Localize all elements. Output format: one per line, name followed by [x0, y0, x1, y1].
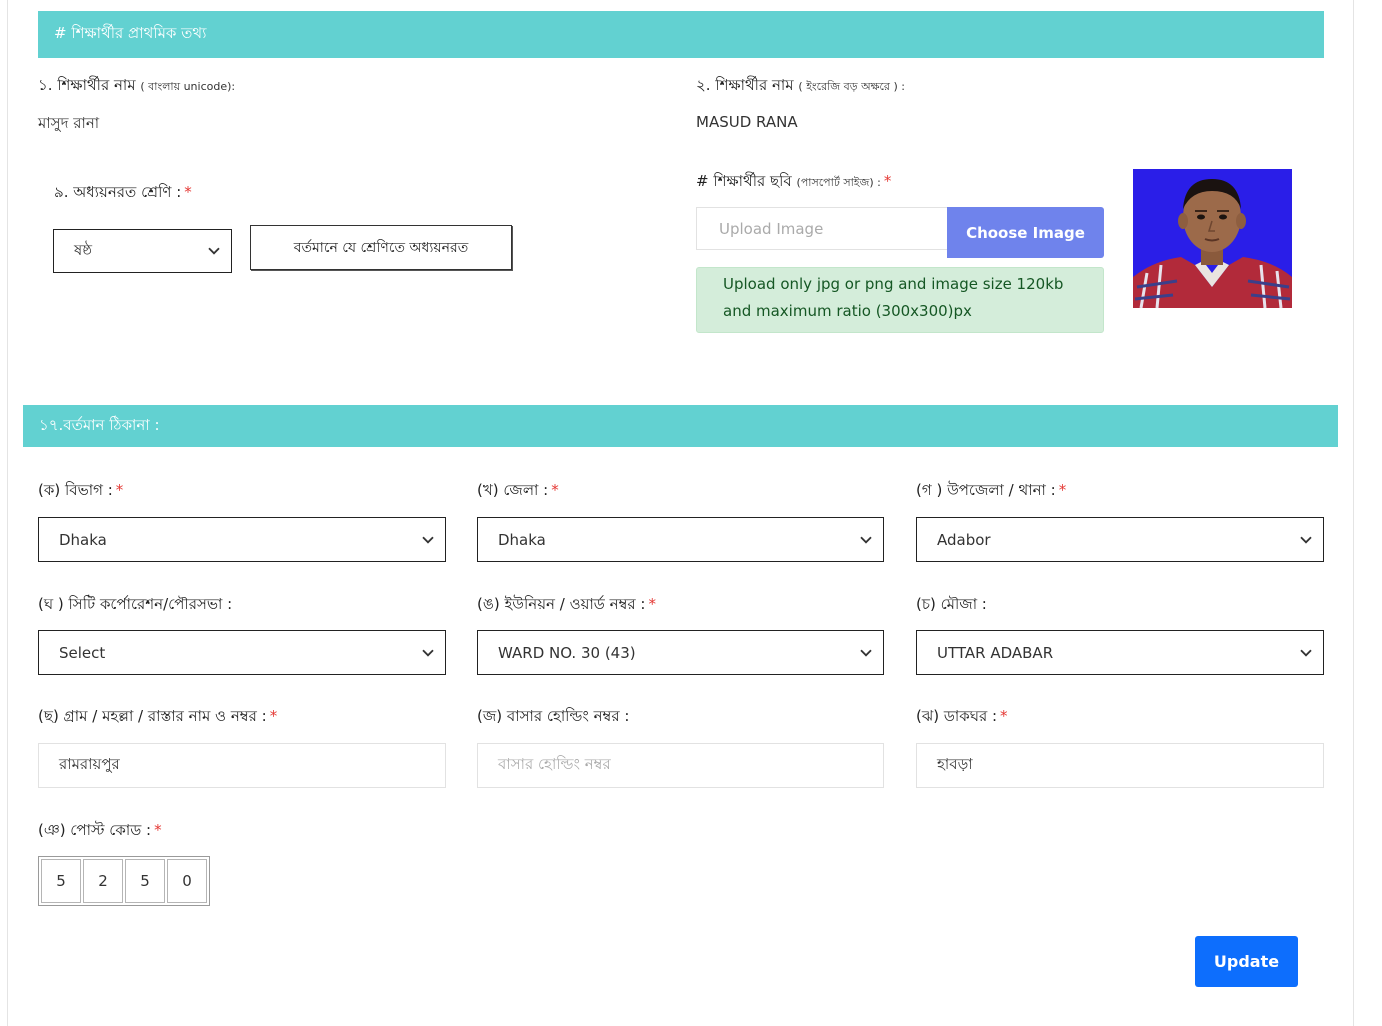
upazila-select-value: Adabor	[937, 530, 991, 549]
name-bn-label: ১. শিক্ষার্থীর নাম ( বাংলায় unicode):	[38, 74, 235, 99]
mouza-select-value: UTTAR ADABAR	[937, 643, 1054, 662]
post-code-digit[interactable]: 0	[167, 859, 207, 903]
name-en-value: MASUD RANA	[696, 113, 798, 131]
name-bn-hint: ( বাংলায় unicode):	[140, 80, 236, 93]
union-ward-label-text: (ঙ) ইউনিয়ন / ওয়ার্ড নম্বর :	[477, 595, 646, 613]
chevron-down-icon	[1300, 649, 1312, 657]
required-mark: *	[648, 595, 656, 613]
chevron-down-icon	[208, 247, 220, 255]
chevron-down-icon	[1300, 536, 1312, 544]
upload-notice: Upload only jpg or png and image size 12…	[696, 267, 1104, 333]
class-label-text: ৯. অধ্যয়নরত শ্রেণি :	[54, 183, 182, 201]
post-code-group: 5 2 5 0	[38, 856, 210, 906]
class-hint-box: বর্তমানে যে শ্রেণিতে অধ্যয়নরত	[250, 225, 512, 270]
update-button-label: Update	[1213, 952, 1280, 971]
post-code-label: (ঞ) পোস্ট কোড : *	[38, 819, 162, 844]
photo-hint: (পাসপোর্ট সাইজ) :	[796, 176, 881, 189]
address-header-text: ১৭.বর্তমান ঠিকানা :	[39, 415, 160, 434]
city-corporation-select[interactable]: Select	[38, 630, 446, 675]
frame-border-left	[7, 0, 8, 1026]
holding-input[interactable]: বাসার হোল্ডিং নম্বর	[477, 743, 884, 788]
post-office-label-text: (ঝ) ডাকঘর :	[916, 707, 998, 725]
post-office-input[interactable]: হাবড়া	[916, 743, 1324, 788]
post-code-digit[interactable]: 2	[83, 859, 123, 903]
name-en-label: ২. শিক্ষার্থীর নাম ( ইংরেজি বড় অক্ষরে )…	[696, 74, 905, 99]
choose-image-button[interactable]: Choose Image	[947, 207, 1104, 258]
chevron-down-icon	[860, 649, 872, 657]
district-label-text: (খ) জেলা :	[477, 481, 549, 499]
village-input[interactable]: রামরায়পুর	[38, 743, 446, 788]
required-mark: *	[883, 172, 892, 190]
division-label: (ক) বিভাগ : *	[38, 479, 123, 504]
required-mark: *	[1058, 481, 1067, 499]
union-ward-select-value: WARD NO. 30 (43)	[498, 643, 636, 662]
holding-label: (জ) বাসার হোল্ডিং নম্বর :	[477, 705, 629, 730]
primary-info-header: # শিক্ষার্থীর প্রাথমিক তথ্য	[38, 11, 1324, 58]
photo-label: # শিক্ষার্থীর ছবি (পাসপোর্ট সাইজ) : *	[696, 170, 891, 195]
holding-label-text: (জ) বাসার হোল্ডিং নম্বর :	[477, 707, 630, 725]
union-ward-label: (ঙ) ইউনিয়ন / ওয়ার্ড নম্বর : *	[477, 593, 656, 618]
division-select[interactable]: Dhaka	[38, 517, 446, 562]
mouza-label: (চ) মৌজা :	[916, 593, 987, 618]
division-select-value: Dhaka	[59, 530, 107, 549]
district-label: (খ) জেলা : *	[477, 479, 559, 504]
upload-image-placeholder: Upload Image	[719, 219, 824, 238]
holding-input-placeholder: বাসার হোল্ডিং নম্বর	[498, 755, 611, 773]
post-code-digit[interactable]: 5	[125, 859, 165, 903]
mouza-select[interactable]: UTTAR ADABAR	[916, 630, 1324, 675]
address-header: ১৭.বর্তমান ঠিকানা :	[23, 405, 1338, 447]
name-en-label-text: ২. শিক্ষার্থীর নাম	[696, 76, 794, 94]
class-hint-text: বর্তমানে যে শ্রেণিতে অধ্যয়নরত	[293, 239, 469, 256]
village-label-text: (ছ) গ্রাম / মহল্লা / রাস্তার নাম ও নম্বর…	[38, 707, 267, 725]
village-label: (ছ) গ্রাম / মহল্লা / রাস্তার নাম ও নম্বর…	[38, 705, 277, 730]
name-bn-value: মাসুদ রানা	[38, 114, 100, 132]
name-bn-label-text: ১. শিক্ষার্থীর নাম	[38, 76, 136, 94]
choose-image-button-label: Choose Image	[966, 223, 1085, 242]
frame-border-right	[1353, 0, 1354, 1026]
district-select-value: Dhaka	[498, 530, 546, 549]
chevron-down-icon	[422, 649, 434, 657]
post-code-label-text: (ঞ) পোস্ট কোড :	[38, 821, 152, 839]
mouza-label-text: (চ) মৌজা :	[916, 595, 987, 613]
chevron-down-icon	[422, 536, 434, 544]
photo-label-text: # শিক্ষার্থীর ছবি	[696, 172, 792, 190]
class-label: ৯. অধ্যয়নরত শ্রেণি : *	[54, 181, 192, 206]
district-select[interactable]: Dhaka	[477, 517, 884, 562]
name-en-hint: ( ইংরেজি বড় অক্ষরে ) :	[798, 80, 905, 93]
city-corporation-label: (ঘ ) সিটি কর্পোরেশন/পৌরসভা :	[38, 593, 232, 618]
chevron-down-icon	[860, 536, 872, 544]
primary-info-header-text: # শিক্ষার্থীর প্রাথমিক তথ্য	[54, 24, 207, 42]
city-corporation-label-text: (ঘ ) সিটি কর্পোরেশন/পৌরসভা :	[38, 595, 233, 613]
post-office-input-value: হাবড়া	[937, 755, 973, 773]
update-button[interactable]: Update	[1195, 936, 1298, 987]
upload-image-input[interactable]: Upload Image	[696, 207, 948, 250]
upazila-select[interactable]: Adabor	[916, 517, 1324, 562]
post-office-label: (ঝ) ডাকঘর : *	[916, 705, 1008, 730]
required-mark: *	[269, 707, 278, 725]
required-mark: *	[154, 821, 162, 839]
student-photo	[1133, 169, 1292, 308]
division-label-text: (ক) বিভাগ :	[38, 481, 113, 499]
required-mark: *	[184, 183, 192, 201]
class-select[interactable]: ষষ্ঠ	[53, 229, 232, 273]
upazila-label: (গ ) উপজেলা / থানা : *	[916, 479, 1066, 504]
city-corporation-select-value: Select	[59, 643, 106, 662]
required-mark: *	[115, 481, 124, 499]
class-select-value: ষষ্ঠ	[74, 240, 93, 259]
village-input-value: রামরায়পুর	[59, 755, 120, 773]
post-code-digit[interactable]: 5	[41, 859, 81, 903]
required-mark: *	[551, 481, 559, 499]
upazila-label-text: (গ ) উপজেলা / থানা :	[916, 481, 1056, 499]
required-mark: *	[1000, 707, 1008, 725]
upload-notice-text: Upload only jpg or png and image size 12…	[723, 275, 1064, 320]
union-ward-select[interactable]: WARD NO. 30 (43)	[477, 630, 884, 675]
